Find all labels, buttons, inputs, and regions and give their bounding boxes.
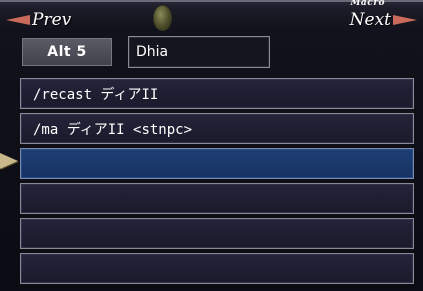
selection-pointer-icon [0, 153, 18, 169]
macro-line-6[interactable] [20, 253, 414, 284]
macro-line-4[interactable] [20, 183, 414, 214]
next-button[interactable]: Next [350, 8, 417, 32]
next-label: Next [349, 10, 391, 30]
macro-lines-list: /recast ディアII /ma ディアII <stnpc> [20, 78, 414, 288]
macro-line-3[interactable] [20, 148, 414, 179]
left-arrow-icon [6, 15, 30, 25]
right-arrow-icon [393, 15, 417, 25]
window-title: Macro [350, 0, 385, 8]
macro-line-2[interactable]: /ma ディアII <stnpc> [20, 113, 414, 144]
prev-label: Prev [32, 10, 72, 30]
macro-line-5[interactable] [20, 218, 414, 249]
macro-name-field[interactable]: Dhia [128, 36, 270, 68]
macro-editor-window: Macro Prev Next Alt 5 Dhia /recast ディアII… [0, 0, 423, 291]
orb-icon [153, 5, 172, 31]
prev-button[interactable]: Prev [6, 8, 71, 32]
macro-set-tab[interactable]: Alt 5 [22, 38, 112, 66]
macro-line-1[interactable]: /recast ディアII [20, 78, 414, 109]
